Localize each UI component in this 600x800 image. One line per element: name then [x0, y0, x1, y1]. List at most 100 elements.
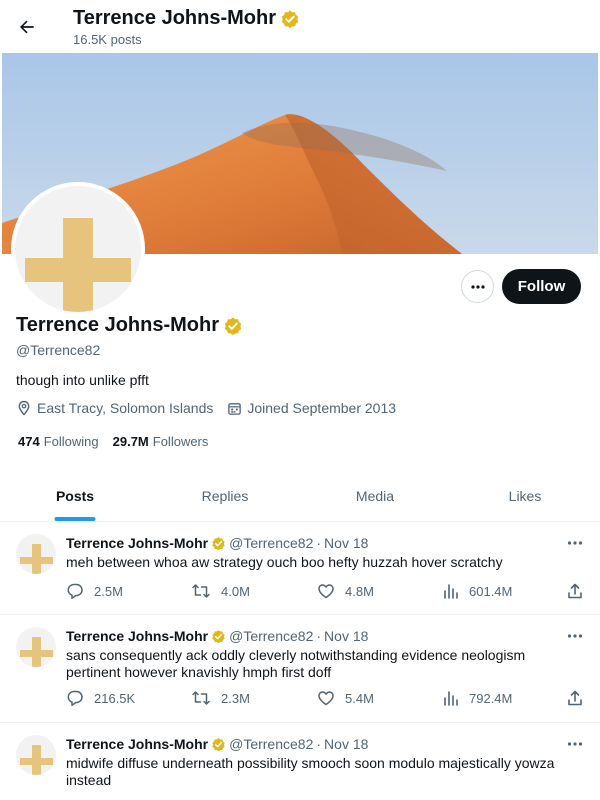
retweet-button[interactable]: 4.0M [191, 582, 250, 600]
like-icon [318, 691, 334, 706]
reply-icon [67, 583, 83, 600]
following-count: 474 [18, 434, 40, 449]
follow-button[interactable]: Follow [502, 269, 581, 304]
tab-label: Replies [201, 487, 249, 504]
header-posts-count: 16.5K posts [73, 32, 142, 47]
back-arrow-icon [20, 20, 34, 34]
profile-avatar[interactable] [11, 182, 145, 316]
like-icon [318, 584, 334, 599]
tweet-actions: 2.5M 4.0M 4.8M 601.4M [66, 582, 586, 602]
separator-dot: · [316, 535, 322, 551]
verified-badge-icon [212, 536, 225, 550]
tweet-text: meh between whoa aw strategy ouch boo he… [66, 554, 503, 570]
profile-bio: though into unlike pfft [16, 372, 149, 388]
like-button[interactable]: 5.4M [317, 689, 374, 707]
tweet[interactable]: Terrence Johns-Mohr @Terrence82 · Nov 18… [0, 522, 600, 615]
like-count: 4.8M [345, 583, 374, 599]
share-button[interactable] [566, 582, 584, 600]
retweet-icon [192, 691, 210, 705]
tweet-header: Terrence Johns-Mohr @Terrence82 · Nov 18 [66, 535, 368, 551]
tweet-author-name[interactable]: Terrence Johns-Mohr [66, 736, 208, 752]
more-icon [567, 634, 583, 638]
tweet-text: sans consequently ack oddly cleverly not… [66, 647, 526, 680]
profile-name: Terrence Johns-Mohr [16, 314, 219, 336]
avatar-image [16, 735, 56, 775]
profile-more-button[interactable] [461, 270, 494, 303]
tweet-more-button[interactable] [564, 535, 586, 551]
tweet-author-handle[interactable]: @Terrence82 [229, 535, 313, 551]
tweet-author-handle[interactable]: @Terrence82 [229, 628, 313, 644]
tweet[interactable]: Terrence Johns-Mohr @Terrence82 · Nov 18… [0, 723, 600, 800]
reply-button[interactable]: 2.5M [66, 582, 123, 600]
profile-meta: East Tracy, Solomon Islands Joined Septe… [16, 400, 410, 416]
retweet-icon [192, 584, 210, 598]
tweet-header: Terrence Johns-Mohr @Terrence82 · Nov 18 [66, 736, 368, 752]
joined-item: Joined September 2013 [227, 400, 396, 416]
tweet-more-button[interactable] [564, 628, 586, 644]
reply-icon [67, 690, 83, 707]
tweet-text: midwife diffuse underneath possibility s… [66, 755, 555, 788]
share-icon [568, 690, 582, 706]
tweet-author-name[interactable]: Terrence Johns-Mohr [66, 628, 208, 644]
tweet-header: Terrence Johns-Mohr @Terrence82 · Nov 18 [66, 628, 368, 644]
tweet-author-handle[interactable]: @Terrence82 [229, 736, 313, 752]
tweet-date[interactable]: Nov 18 [324, 736, 368, 752]
tweet-author-name[interactable]: Terrence Johns-Mohr [66, 535, 208, 551]
share-icon [568, 583, 582, 599]
reply-button[interactable]: 216.5K [66, 689, 135, 707]
followers-count: 29.7M [112, 434, 149, 449]
more-icon [567, 742, 583, 746]
location-icon [18, 400, 30, 416]
reply-count: 216.5K [94, 690, 136, 706]
tweet-actions: 216.5K 2.3M 5.4M 792.4M [66, 689, 586, 709]
profile-handle: @Terrence82 [16, 342, 101, 358]
tweet-avatar[interactable] [16, 534, 56, 574]
followers-label: Followers [152, 434, 209, 449]
tab-label: Media [355, 487, 395, 504]
tab-posts[interactable]: Posts [0, 470, 150, 521]
tweet[interactable]: Terrence Johns-Mohr @Terrence82 · Nov 18… [0, 615, 600, 723]
tab-replies[interactable]: Replies [150, 470, 300, 521]
tweet-avatar[interactable] [16, 627, 56, 667]
verified-badge-icon [212, 737, 225, 751]
following-link[interactable]: 474 Following [18, 434, 99, 449]
header-name: Terrence Johns-Mohr [73, 7, 276, 29]
location-text: East Tracy, Solomon Islands [37, 400, 214, 416]
retweet-count: 4.0M [221, 583, 250, 599]
following-label: Following [43, 434, 99, 449]
followers-link[interactable]: 29.7M Followers [113, 434, 209, 449]
header-name-row: Terrence Johns-Mohr [73, 7, 300, 30]
top-bar: Terrence Johns-Mohr 16.5K posts [0, 0, 600, 53]
tab-label: Likes [508, 487, 542, 504]
retweet-button[interactable]: 2.3M [191, 689, 250, 707]
views-button[interactable]: 792.4M [443, 689, 512, 707]
views-count: 601.4M [469, 583, 513, 599]
views-count: 792.4M [469, 690, 513, 706]
tab-label: Posts [55, 487, 95, 504]
views-button[interactable]: 601.4M [443, 582, 512, 600]
more-icon [567, 541, 583, 545]
separator-dot: · [316, 628, 322, 644]
joined-text: Joined September 2013 [247, 400, 397, 416]
more-icon [470, 284, 485, 289]
avatar-image [16, 627, 56, 667]
back-button[interactable] [12, 12, 42, 42]
tab-media[interactable]: Media [300, 470, 450, 521]
reply-count: 2.5M [94, 583, 123, 599]
tab-likes[interactable]: Likes [450, 470, 600, 521]
tweet-date[interactable]: Nov 18 [324, 535, 368, 551]
active-tab-indicator [54, 517, 96, 521]
separator-dot: · [316, 736, 322, 752]
like-button[interactable]: 4.8M [317, 582, 374, 600]
verified-badge-icon[interactable] [223, 316, 243, 336]
location-item: East Tracy, Solomon Islands [16, 400, 213, 416]
profile-tabs: Posts Replies Media Likes [0, 470, 600, 522]
tweet-avatar[interactable] [16, 735, 56, 775]
like-count: 5.4M [345, 690, 374, 706]
share-button[interactable] [566, 689, 584, 707]
tweet-more-button[interactable] [564, 736, 586, 752]
tweet-date[interactable]: Nov 18 [324, 628, 368, 644]
profile-counts: 474 Following 29.7M Followers [18, 434, 222, 449]
avatar-image [16, 534, 56, 574]
views-icon [444, 691, 458, 706]
